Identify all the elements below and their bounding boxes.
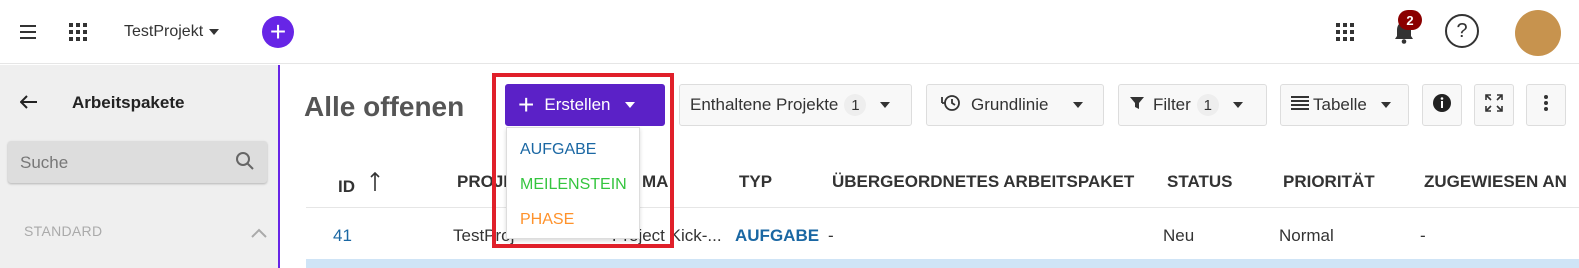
column-header-priority[interactable]: PRIORITÄT [1283, 172, 1375, 192]
cell-status[interactable]: Neu [1163, 226, 1194, 246]
help-button[interactable]: ? [1445, 14, 1479, 48]
menu-icon[interactable] [14, 18, 42, 46]
chevron-down-icon [1232, 102, 1243, 108]
baseline-button[interactable]: Grundlinie [926, 84, 1104, 126]
view-mode-button[interactable]: Tabelle [1280, 84, 1409, 126]
page-title: Alle offenen [304, 91, 465, 122]
cell-parent: - [828, 226, 834, 245]
table-icon [1291, 95, 1309, 115]
top-bar: TestProjekt + 2 ? [0, 0, 1579, 64]
project-selector[interactable]: TestProjekt [124, 20, 220, 44]
help-icon: ? [1456, 19, 1468, 42]
cell-type[interactable]: AUFGABE [735, 226, 819, 246]
history-icon [941, 94, 961, 117]
back-arrow-icon[interactable] [20, 92, 42, 112]
column-header-id[interactable]: ID [338, 171, 380, 197]
details-button[interactable] [1422, 84, 1462, 126]
info-icon [1432, 93, 1452, 118]
filter-label: Filter [1153, 95, 1191, 114]
search-icon [235, 151, 255, 176]
chevron-up-icon[interactable] [251, 225, 267, 243]
plus-icon: + [269, 16, 287, 47]
column-header-assignee[interactable]: ZUGEWIESEN AN [1424, 172, 1567, 192]
sidebar: Arbeitspakete Suche STANDARD [0, 65, 280, 268]
baseline-label: Grundlinie [971, 95, 1049, 114]
included-projects-button[interactable]: Enthaltene Projekte 1 [679, 84, 912, 126]
chevron-down-icon [1072, 102, 1083, 108]
highlight-box [492, 73, 674, 248]
column-header-status[interactable]: STATUS [1167, 172, 1232, 192]
sidebar-section-standard[interactable]: STANDARD [24, 223, 102, 239]
notification-badge: 2 [1398, 10, 1422, 30]
expand-icon [1485, 93, 1503, 117]
filter-button[interactable]: Filter 1 [1118, 84, 1267, 126]
chevron-down-icon [209, 29, 220, 35]
search-placeholder: Suche [20, 153, 69, 172]
included-projects-label: Enthaltene Projekte [690, 95, 839, 114]
more-vertical-icon [1543, 94, 1549, 117]
modules-grid-icon[interactable] [64, 18, 92, 46]
chevron-down-icon [880, 102, 891, 108]
filter-icon [1129, 95, 1145, 116]
quick-add-button[interactable]: + [262, 16, 294, 48]
project-name: TestProjekt [124, 23, 204, 40]
fullscreen-button[interactable] [1474, 84, 1514, 126]
table-row-selected[interactable] [306, 259, 1579, 268]
more-options-button[interactable] [1526, 84, 1566, 126]
cell-assignee[interactable]: - [1420, 226, 1426, 246]
sidebar-title: Arbeitspakete [72, 93, 185, 112]
sort-ascending-icon [370, 171, 380, 196]
filter-count-badge: 1 [1196, 94, 1219, 116]
column-header-label: ID [338, 177, 355, 196]
column-header-parent[interactable]: ÜBERGEORDNETES ARBEITSPAKET [832, 172, 1134, 192]
chevron-down-icon [1380, 102, 1391, 108]
projects-count-badge: 1 [844, 94, 867, 116]
avatar[interactable] [1515, 10, 1561, 56]
apps-grid-icon[interactable] [1331, 18, 1359, 46]
cell-priority[interactable]: Normal [1279, 226, 1334, 246]
search-input[interactable]: Suche [8, 141, 267, 183]
column-header-type[interactable]: TYP [739, 172, 772, 192]
cell-id[interactable]: 41 [333, 226, 352, 246]
table-label: Tabelle [1313, 95, 1367, 114]
